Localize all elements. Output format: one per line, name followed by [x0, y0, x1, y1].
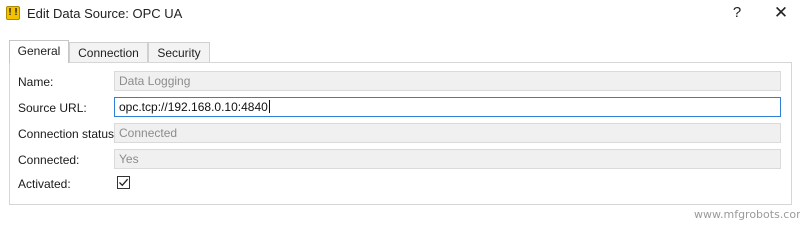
window-title: Edit Data Source: OPC UA	[27, 6, 183, 21]
name-label: Name:	[18, 75, 54, 89]
source-url-value: opc.tcp://192.168.0.10:4840	[119, 100, 268, 114]
tab-general[interactable]: General	[9, 40, 69, 63]
tab-connection[interactable]: Connection	[69, 42, 148, 63]
close-icon: ✕	[773, 3, 789, 22]
checkmark-icon	[119, 178, 129, 187]
source-url-label: Source URL:	[18, 101, 87, 115]
connected-field: Yes	[114, 149, 781, 169]
activated-label: Activated:	[18, 177, 71, 191]
connection-status-field: Connected	[114, 123, 781, 143]
title-bar: !! Edit Data Source: OPC UA ? ✕	[0, 0, 800, 27]
app-icon: !!	[6, 6, 20, 20]
help-button[interactable]: ?	[722, 2, 752, 24]
close-button[interactable]: ✕	[765, 2, 797, 24]
activated-checkbox[interactable]	[117, 176, 130, 189]
text-caret	[268, 100, 270, 113]
name-field: Data Logging	[114, 71, 781, 91]
source-url-input[interactable]: opc.tcp://192.168.0.10:4840	[114, 97, 781, 117]
connection-status-label: Connection status:	[18, 127, 118, 141]
watermark: www.mfgrobots.com	[694, 208, 800, 221]
tab-security[interactable]: Security	[148, 42, 210, 63]
connected-label: Connected:	[18, 153, 80, 167]
